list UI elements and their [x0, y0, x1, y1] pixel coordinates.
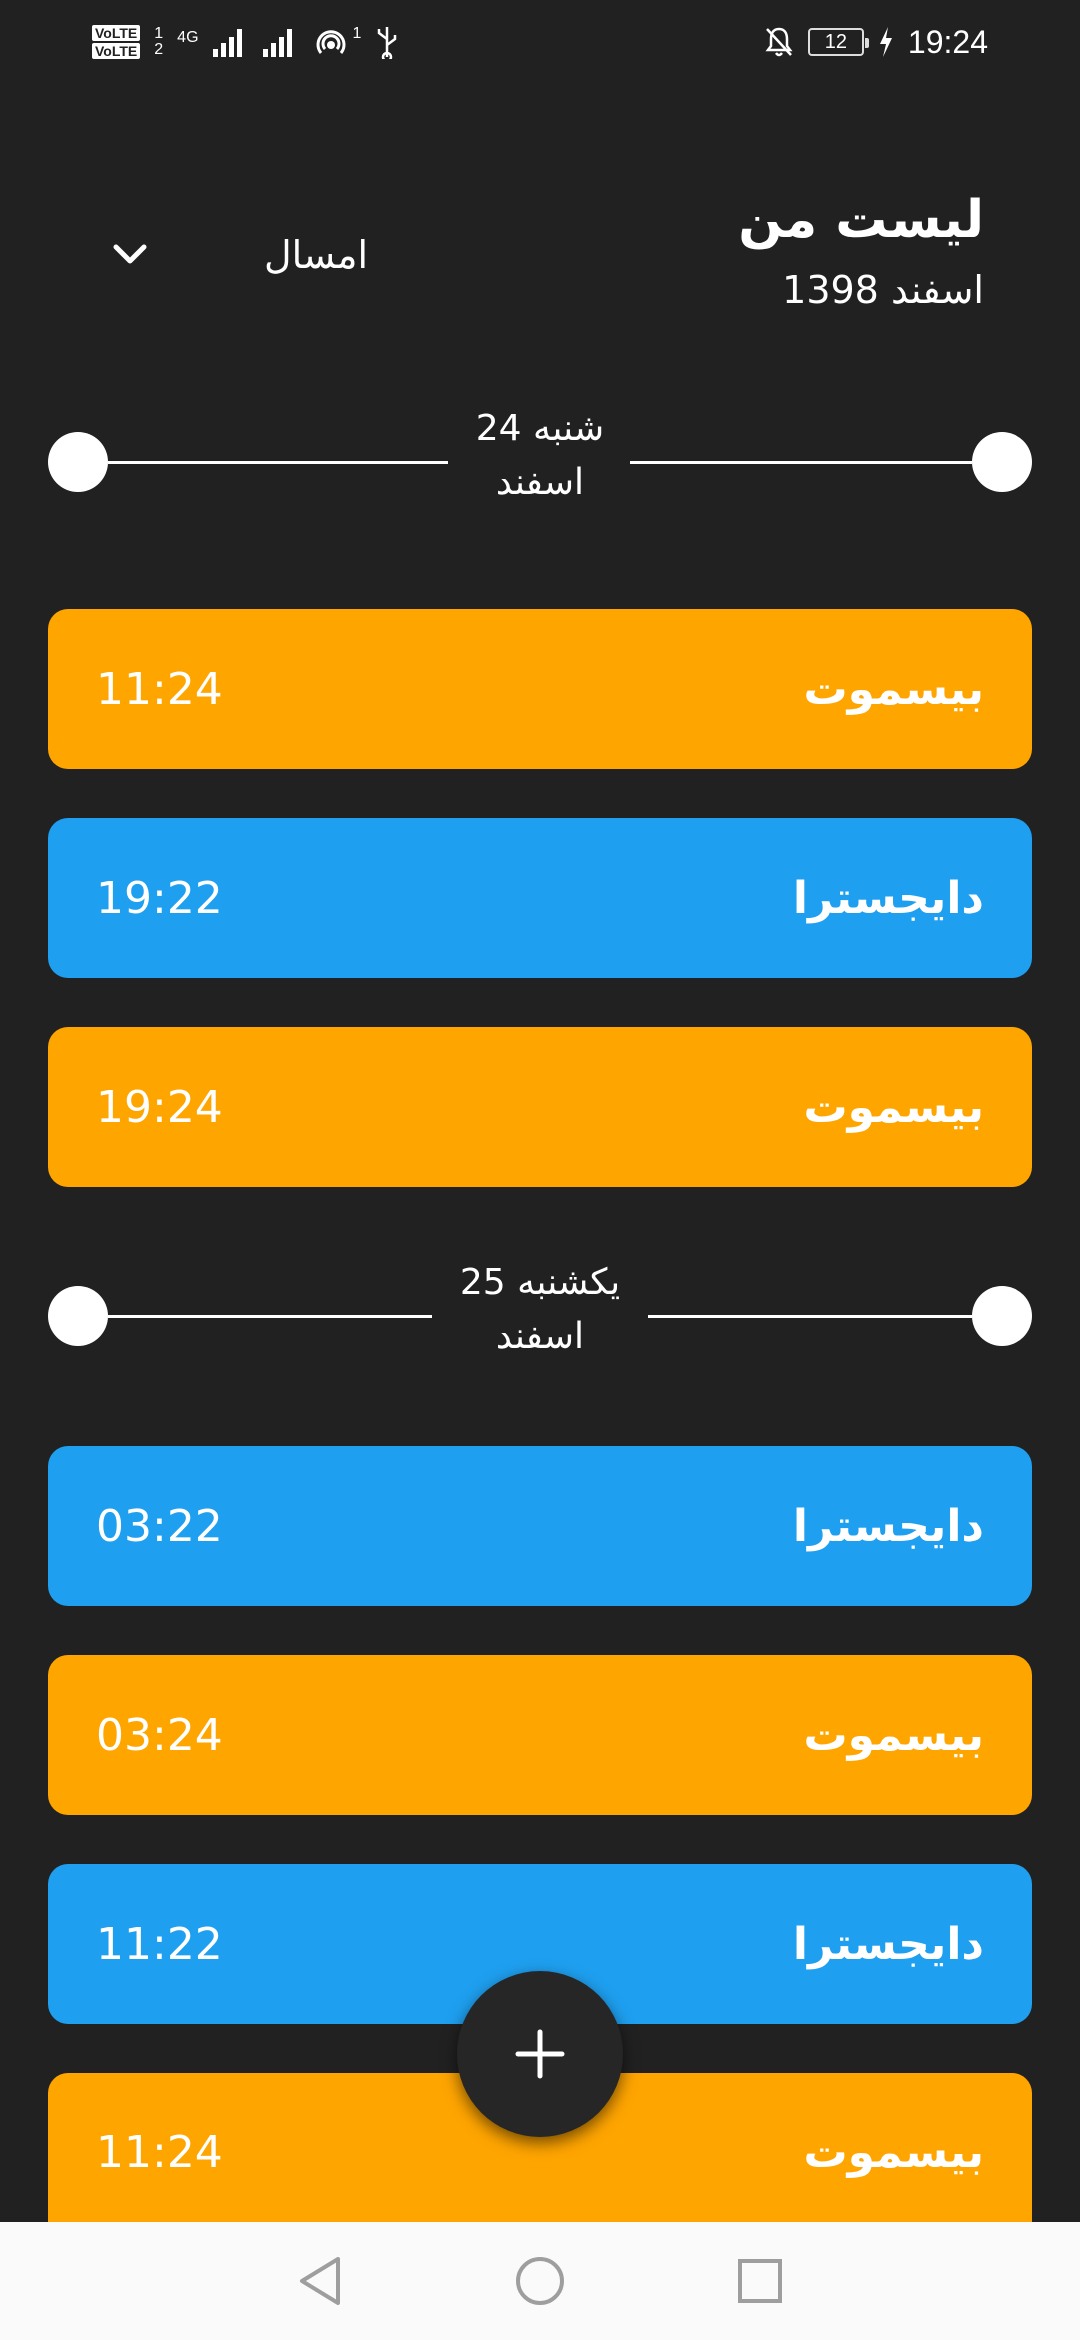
item-time: 19:24: [96, 1081, 223, 1133]
circle-home-icon: [516, 2257, 564, 2305]
status-bar-right: 12 19:24: [764, 24, 988, 61]
header: لیست من اسفند 1398 امسال: [0, 180, 1080, 330]
sim2-index: 2: [154, 41, 164, 58]
status-bar-left: VoLTE VoLTE 1 2 4G 1: [92, 25, 399, 59]
item-time: 11:22: [96, 1918, 223, 1970]
day-label-weekday: یکشنبه 25: [459, 1262, 621, 1303]
list-item[interactable]: 19:24 بیسموت: [48, 1027, 1032, 1187]
sim-index-labels: 1 2: [154, 26, 163, 58]
nav-recents-button[interactable]: [730, 2251, 790, 2311]
hotspot-icon: [316, 30, 346, 54]
item-name: بیسموت: [803, 663, 984, 715]
signal-strength-2-icon: [262, 29, 292, 57]
page-title: لیست من: [738, 190, 984, 250]
battery-level: 12: [824, 30, 848, 53]
divider-line-right: [630, 461, 972, 464]
day-divider: شنبه 24 اسفند: [48, 402, 1032, 522]
item-time: 03:24: [96, 1709, 223, 1761]
charging-icon: [879, 27, 892, 57]
plus-icon: [515, 2029, 565, 2079]
usb-icon: [378, 27, 397, 59]
divider-dot-right: [972, 432, 1032, 492]
item-time: 03:22: [96, 1500, 223, 1552]
network-type: 4G: [177, 29, 199, 46]
list-item[interactable]: 03:22 دایجسترا: [48, 1446, 1032, 1606]
item-time: 11:24: [96, 663, 223, 715]
item-name: بیسموت: [803, 1081, 984, 1133]
range-label: امسال: [264, 233, 368, 277]
hotspot-count: 1: [352, 25, 362, 42]
list-item[interactable]: 11:24 بیسموت: [48, 609, 1032, 769]
day-label-month: اسفند: [495, 462, 585, 503]
nav-home-button[interactable]: [510, 2251, 570, 2311]
chevron-down-icon: [108, 233, 152, 277]
system-nav-bar: [0, 2222, 1080, 2340]
triangle-back-icon: [300, 2257, 340, 2305]
list-item[interactable]: 03:24 بیسموت: [48, 1655, 1032, 1815]
signal-strength-icon: [212, 29, 242, 57]
item-name: دایجسترا: [792, 1500, 984, 1552]
volte-sim1: VoLTE: [92, 25, 141, 41]
volte-indicators: VoLTE VoLTE: [92, 25, 141, 59]
volte-sim2: VoLTE: [92, 43, 141, 59]
divider-dot-right: [972, 1286, 1032, 1346]
divider-line-right: [648, 1315, 972, 1318]
day-label: یکشنبه 25 اسفند: [48, 1256, 1032, 1364]
day-label: شنبه 24 اسفند: [48, 402, 1032, 510]
item-name: بیسموت: [803, 1709, 984, 1761]
bell-muted-icon: [765, 27, 793, 57]
nav-back-button[interactable]: [290, 2251, 350, 2311]
item-time: 11:24: [96, 2127, 223, 2178]
list-item[interactable]: 19:22 دایجسترا: [48, 818, 1032, 978]
status-time: 19:24: [907, 23, 988, 60]
sim1-index: 1: [154, 25, 164, 42]
range-dropdown[interactable]: امسال: [108, 220, 368, 290]
add-button[interactable]: [457, 1971, 623, 2137]
battery-indicator: 12: [807, 28, 869, 56]
item-name: دایجسترا: [792, 872, 984, 924]
status-bar: VoLTE VoLTE 1 2 4G 1 12 19:24: [0, 0, 1080, 84]
day-divider: یکشنبه 25 اسفند: [48, 1256, 1032, 1376]
app-screen: VoLTE VoLTE 1 2 4G 1 12 19:24 لیست من اس…: [0, 0, 1080, 2340]
item-name: دایجسترا: [792, 1918, 984, 1970]
item-time: 19:22: [96, 872, 223, 924]
item-name: بیسموت: [803, 2127, 984, 2178]
day-label-month: اسفند: [495, 1316, 585, 1357]
page-subtitle: اسفند 1398: [782, 268, 984, 312]
day-label-weekday: شنبه 24: [475, 408, 605, 449]
square-recents-icon: [738, 2259, 782, 2303]
